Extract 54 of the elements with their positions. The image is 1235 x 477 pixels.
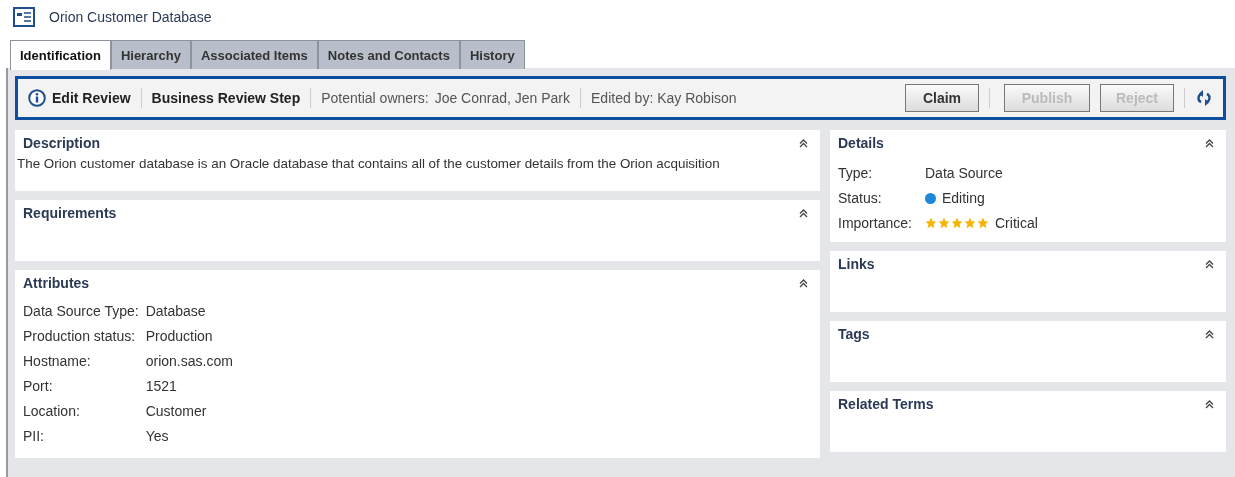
tab[interactable]: Associated Items	[190, 40, 318, 69]
importance-text: Critical	[995, 214, 1038, 232]
catalog-card-icon	[13, 7, 35, 27]
field-label: Production status:	[23, 327, 137, 345]
field-label: Port:	[23, 377, 54, 395]
status-dot	[925, 192, 936, 204]
review-step: Business Review Step	[151, 90, 301, 106]
collapse-icon[interactable]	[1205, 259, 1214, 269]
review-title: Edit Review	[52, 90, 131, 106]
collapse-icon[interactable]	[1205, 138, 1214, 148]
tab[interactable]: Hierarchy	[110, 40, 191, 69]
field-value: Production	[145, 327, 214, 345]
collapse-icon[interactable]	[1205, 329, 1214, 339]
owners-names: Joe Conrad, Jen Park	[434, 90, 571, 106]
panel-title: Details	[838, 135, 884, 151]
field-label: Data Source Type:	[23, 302, 140, 320]
field-label: PII:	[23, 427, 45, 445]
field-label: Hostname:	[23, 352, 92, 370]
collapse-icon[interactable]	[799, 208, 808, 218]
panel-title: Attributes	[23, 275, 90, 291]
info-icon	[28, 89, 46, 107]
tab[interactable]: Notes and Contacts	[317, 40, 460, 69]
field-value: 1521	[145, 377, 178, 395]
edited-by-text: Edited by: Kay Robison	[591, 90, 737, 106]
field-label: Importance:	[838, 214, 913, 232]
collapse-icon[interactable]	[799, 278, 808, 288]
action-button[interactable]: Claim	[905, 84, 979, 112]
field-label: Status:	[838, 189, 883, 207]
panel-title: Requirements	[23, 205, 117, 221]
field-value: Yes	[145, 427, 170, 445]
owners-label: Potential owners:	[321, 90, 429, 106]
window-title: Orion Customer Database	[49, 9, 212, 25]
field-label: Type:	[838, 164, 874, 182]
tab[interactable]: Identification	[10, 40, 111, 70]
field-label: Location:	[23, 402, 81, 420]
description-text: The Orion customer database is an Oracle database that contains all of the customer details from the Orion acquisition	[17, 156, 721, 171]
star-icon	[977, 217, 989, 229]
star-icon	[938, 217, 950, 229]
field-value: Data Source	[925, 164, 1004, 182]
field-value: Database	[145, 302, 207, 320]
star-icon	[925, 217, 937, 229]
star-icon	[951, 217, 963, 229]
collapse-icon[interactable]	[799, 138, 808, 148]
refresh-icon[interactable]	[1195, 90, 1213, 106]
field-value: orion.sas.com	[145, 352, 234, 370]
star-icon	[964, 217, 976, 229]
tab[interactable]: History	[459, 40, 525, 69]
panel-title: Links	[838, 256, 875, 272]
status-text: Editing	[942, 189, 985, 207]
panel-title: Description	[23, 135, 100, 151]
panel-title: Tags	[838, 326, 870, 342]
collapse-icon[interactable]	[1205, 399, 1214, 409]
panel-title: Related Terms	[838, 396, 934, 412]
field-value: Customer	[145, 402, 208, 420]
